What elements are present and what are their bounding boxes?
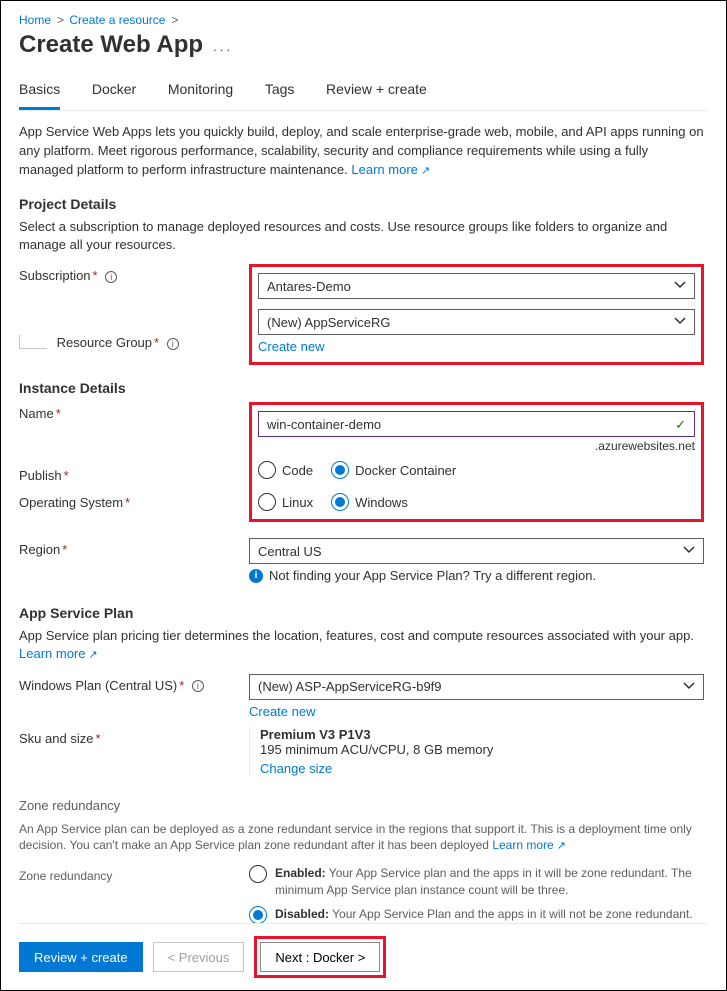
breadcrumb-home[interactable]: Home [19, 13, 51, 27]
windows-plan-select[interactable]: (New) ASP-AppServiceRG-b9f9 [249, 674, 704, 700]
name-input[interactable]: win-container-demo ✓ [258, 411, 695, 437]
next-docker-button[interactable]: Next : Docker > [260, 942, 380, 972]
previous-button: < Previous [153, 942, 245, 972]
zone-learn-more[interactable]: Learn more [492, 838, 566, 852]
publish-docker-radio[interactable]: Docker Container [331, 461, 456, 479]
subscription-select[interactable]: Antares-Demo [258, 273, 695, 299]
tab-docker[interactable]: Docker [92, 73, 136, 107]
sku-detail: 195 minimum ACU/vCPU, 8 GB memory [260, 742, 704, 757]
sku-label: Sku and size* [19, 727, 249, 746]
publish-code-radio[interactable]: Code [258, 461, 313, 479]
resource-group-create-new[interactable]: Create new [258, 339, 324, 354]
tabs: Basics Docker Monitoring Tags Review + c… [19, 73, 708, 111]
publish-radio-group: Code Docker Container [258, 461, 695, 479]
page-title: Create Web App [19, 31, 203, 59]
tab-tags[interactable]: Tags [265, 73, 295, 107]
footer: Review + create < Previous Next : Docker… [19, 923, 708, 990]
intro-text: App Service Web Apps lets you quickly bu… [19, 123, 704, 180]
zone-field-label: Zone redundancy [19, 865, 249, 883]
tab-basics[interactable]: Basics [19, 73, 60, 110]
region-select[interactable]: Central US [249, 538, 704, 564]
project-details-heading: Project Details [19, 196, 704, 212]
os-radio-group: Linux Windows [258, 493, 695, 511]
plan-desc: App Service plan pricing tier determines… [19, 627, 704, 664]
info-icon[interactable]: i [167, 338, 179, 350]
info-solid-icon: i [249, 569, 263, 583]
os-label: Operating System* [19, 491, 249, 510]
plan-create-new[interactable]: Create new [249, 704, 315, 719]
instance-details-heading: Instance Details [19, 380, 704, 396]
subscription-label: Subscription* i [19, 264, 249, 283]
tab-monitoring[interactable]: Monitoring [168, 73, 233, 107]
chevron-down-icon [674, 279, 686, 294]
app-service-plan-heading: App Service Plan [19, 605, 704, 621]
name-label: Name* [19, 402, 249, 421]
domain-suffix: .azurewebsites.net [258, 439, 695, 453]
breadcrumb-create-resource[interactable]: Create a resource [69, 13, 165, 27]
chevron-down-icon [674, 315, 686, 330]
breadcrumb: Home> Create a resource> [19, 13, 708, 27]
zone-redundancy-heading: Zone redundancy [19, 798, 704, 813]
sku-name: Premium V3 P1V3 [260, 727, 704, 742]
info-icon[interactable]: i [192, 680, 204, 692]
change-size-link[interactable]: Change size [260, 761, 332, 776]
zone-enabled-radio[interactable] [249, 865, 267, 883]
os-windows-radio[interactable]: Windows [331, 493, 408, 511]
resource-group-select[interactable]: (New) AppServiceRG [258, 309, 695, 335]
zone-disabled-radio[interactable] [249, 906, 267, 923]
review-create-button[interactable]: Review + create [19, 942, 143, 972]
chevron-down-icon [683, 544, 695, 559]
resource-group-label: Resource Group [57, 335, 152, 350]
plan-learn-more[interactable]: Learn more [19, 646, 98, 661]
info-icon[interactable]: i [105, 271, 117, 283]
more-icon[interactable]: ··· [213, 41, 233, 57]
region-hint: Not finding your App Service Plan? Try a… [269, 568, 596, 583]
intro-learn-more[interactable]: Learn more [351, 162, 430, 177]
tab-review[interactable]: Review + create [326, 73, 427, 107]
region-label: Region* [19, 538, 249, 557]
publish-label: Publish* [19, 464, 249, 483]
zone-desc: An App Service plan can be deployed as a… [19, 821, 704, 855]
os-linux-radio[interactable]: Linux [258, 493, 313, 511]
windows-plan-label: Windows Plan (Central US)* i [19, 674, 249, 693]
check-icon: ✓ [675, 417, 686, 433]
chevron-down-icon [683, 680, 695, 695]
project-details-desc: Select a subscription to manage deployed… [19, 218, 704, 254]
